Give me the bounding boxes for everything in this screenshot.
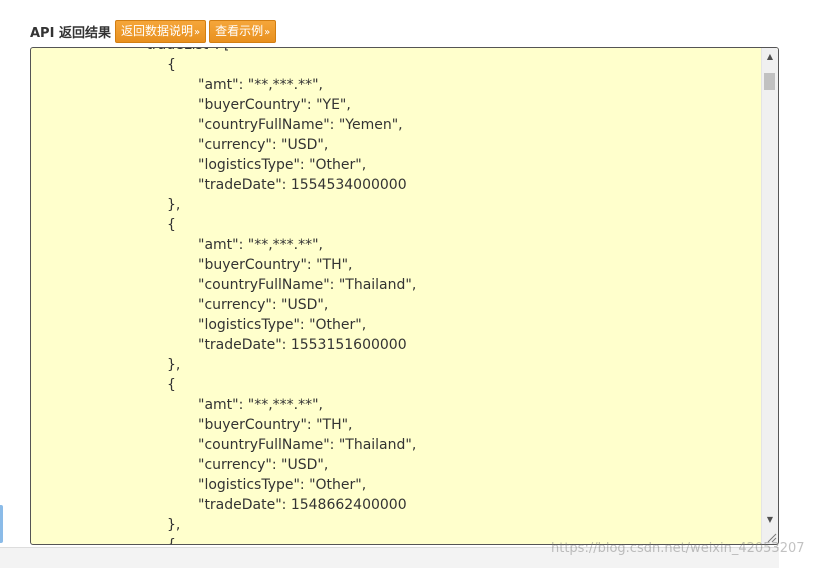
code-line-trade-date: "tradeDate": 1548662400000 [198, 497, 407, 513]
code-line-amt: "amt": "**,***.**", [198, 77, 323, 93]
code-line-open-brace: { [167, 535, 176, 544]
code-line-buyer-country: "buyerCountry": "YE", [198, 97, 351, 113]
code-line-amt: "amt": "**,***.**", [198, 397, 323, 413]
code-line-country-full-name: "countryFullName": "Yemen", [198, 117, 403, 133]
section-title: API 返回结果 [30, 25, 111, 41]
json-code-content: "tradeList": [ { "amt": "**,***.**", "bu… [31, 48, 761, 544]
code-line-logistics-type: "logisticsType": "Other", [198, 157, 367, 173]
code-line-close-brace: }, [167, 357, 181, 373]
code-line-logistics-type: "logisticsType": "Other", [198, 477, 367, 493]
code-line-trade-date: "tradeDate": 1554534000000 [198, 177, 407, 193]
code-line-close-brace: }, [167, 517, 181, 533]
watermark: https://blog.csdn.net/weixin_42053207 [551, 541, 805, 556]
scroll-down-arrow-icon[interactable]: ▼ [762, 511, 778, 527]
code-line-close-brace: }, [167, 197, 181, 213]
vertical-scrollbar[interactable]: ▲ ▼ [761, 48, 778, 544]
scroll-up-arrow-icon[interactable]: ▲ [762, 48, 778, 64]
code-line-trade-date: "tradeDate": 1553151600000 [198, 337, 407, 353]
api-result-textarea[interactable]: "tradeList": [ { "amt": "**,***.**", "bu… [30, 47, 779, 545]
page: API 返回结果 返回数据说明» 查看示例» "tradeList": [ { … [0, 0, 832, 568]
code-line-trade-list: "tradeList": [ [140, 48, 229, 55]
code-line-amt: "amt": "**,***.**", [198, 237, 323, 253]
response-description-button[interactable]: 返回数据说明» [114, 19, 207, 43]
code-line-country-full-name: "countryFullName": "Thailand", [198, 277, 417, 293]
code-line-buyer-country: "buyerCountry": "TH", [198, 257, 353, 273]
view-example-button[interactable]: 查看示例» [209, 19, 277, 43]
code-line-open-brace: { [167, 377, 176, 393]
scroll-thumb[interactable] [764, 73, 775, 90]
side-accent [0, 505, 3, 543]
code-line-currency: "currency": "USD", [198, 137, 329, 153]
double-chevron-right-icon: » [264, 26, 271, 38]
response-description-label: 返回数据说明 [120, 23, 193, 38]
code-line-logistics-type: "logisticsType": "Other", [198, 317, 367, 333]
view-example-label: 查看示例 [215, 23, 264, 38]
code-line-open-brace: { [167, 217, 176, 233]
code-line-buyer-country: "buyerCountry": "TH", [198, 417, 353, 433]
code-line-currency: "currency": "USD", [198, 457, 329, 473]
code-line-country-full-name: "countryFullName": "Thailand", [198, 437, 417, 453]
code-line-currency: "currency": "USD", [198, 297, 329, 313]
double-chevron-right-icon: » [193, 26, 201, 38]
code-line-open-brace: { [167, 57, 176, 73]
api-result-header: API 返回结果 返回数据说明» 查看示例» [30, 19, 277, 43]
